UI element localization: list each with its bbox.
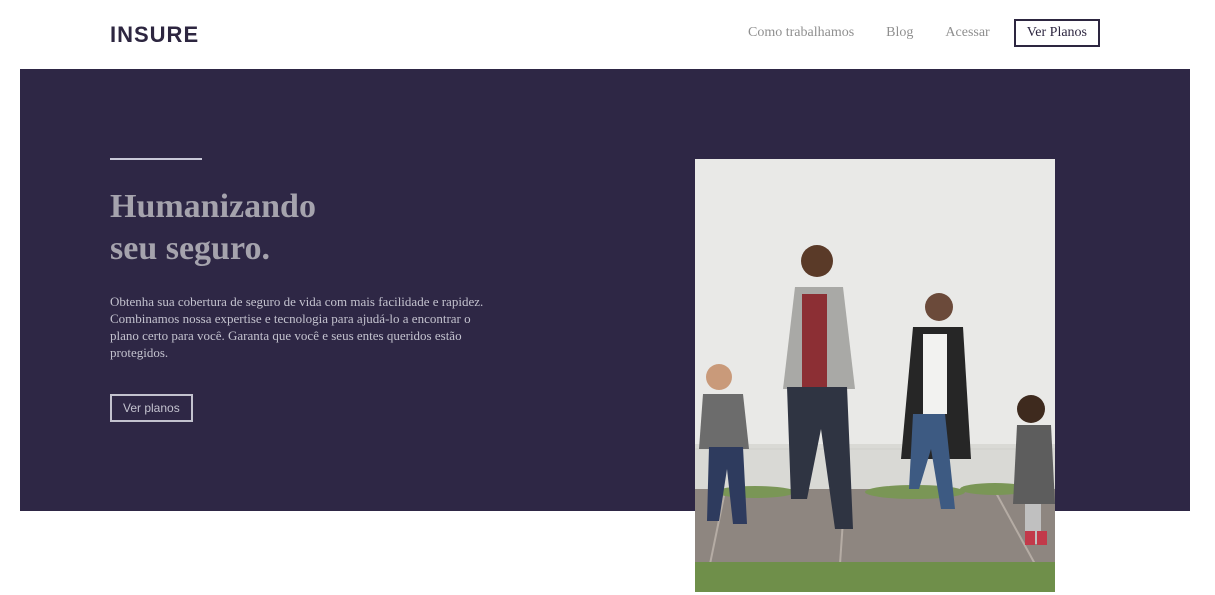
hero-ver-planos-button[interactable]: Ver planos	[110, 394, 193, 422]
hero-title: Humanizando seu seguro.	[110, 186, 316, 270]
hero-description: Obtenha sua cobertura de seguro de vida …	[110, 294, 484, 360]
nav-link-blog[interactable]: Blog	[886, 19, 913, 47]
hero-title-line-1: Humanizando	[110, 188, 316, 225]
nav-link-como-trabalhamos[interactable]: Como trabalhamos	[748, 19, 854, 47]
family-photo	[695, 159, 1055, 592]
main-nav: Como trabalhamos Blog Acessar Ver Planos	[716, 19, 1100, 47]
hero-divider	[110, 158, 202, 160]
nav-link-acessar[interactable]: Acessar	[945, 19, 989, 47]
ver-planos-button[interactable]: Ver Planos	[1013, 19, 1100, 47]
logo[interactable]: INSURE	[110, 22, 199, 48]
hero-title-line-2: seu seguro.	[110, 230, 270, 267]
